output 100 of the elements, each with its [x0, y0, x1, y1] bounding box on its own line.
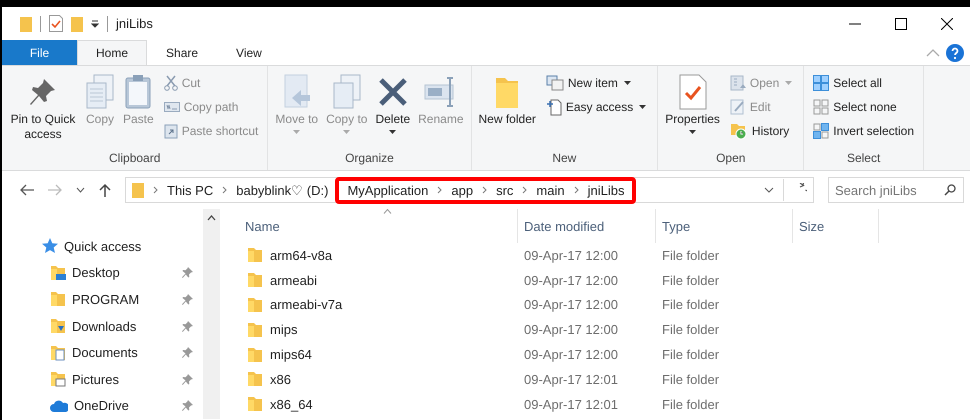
ribbon-button[interactable]: Select none: [811, 96, 916, 117]
table-cell-text: File folder: [661, 372, 720, 387]
file-name[interactable]: armeabi: [270, 272, 317, 288]
group-label: Clipboard: [108, 151, 162, 167]
sidebar-item[interactable]: Downloads: [2, 312, 203, 340]
chevron-icon: [153, 186, 158, 194]
scroll-up-icon[interactable]: [207, 215, 216, 221]
star-icon: [42, 238, 58, 254]
file-name[interactable]: x86_64: [270, 396, 313, 412]
maximize-icon: [895, 18, 907, 30]
ribbon-button[interactable]: Pin to Quick access: [5, 70, 81, 151]
sidebar-item[interactable]: Documents: [2, 339, 203, 366]
column-header[interactable]: Size: [793, 209, 879, 243]
caret-icon: [639, 104, 646, 108]
search-field[interactable]: Search jniLibs: [828, 177, 964, 203]
move-icon: [282, 74, 312, 110]
back-icon[interactable]: [20, 184, 34, 196]
file-tab[interactable]: File: [2, 40, 77, 65]
folder-icon: [248, 248, 262, 262]
scrollbar[interactable]: [203, 209, 220, 419]
recent-locations-icon[interactable]: [76, 187, 85, 193]
properties-icon[interactable]: [49, 15, 63, 32]
table-cell-text: 09-Apr-17 12:00: [523, 347, 619, 362]
invert-selection-icon: [813, 122, 830, 138]
breadcrumb[interactable]: src: [496, 182, 514, 198]
paste-shortcut-icon: [164, 122, 178, 138]
folder-icon: [248, 273, 262, 288]
ribbon-tab[interactable]: View: [217, 40, 281, 65]
copy-icon: [332, 74, 362, 110]
folder-icon: [248, 322, 262, 337]
table-cell-text: File folder: [661, 396, 720, 412]
folder-icon: [50, 264, 66, 281]
file-name[interactable]: x86: [270, 372, 291, 387]
ribbon-button[interactable]: New folder: [474, 70, 540, 151]
ribbon-tab[interactable]: Home: [77, 40, 148, 65]
close-icon: [941, 18, 953, 30]
column-header[interactable]: Name: [220, 209, 518, 243]
ribbon-button[interactable]: Invert selection: [811, 120, 916, 141]
caret-icon: [293, 130, 300, 134]
address-bar[interactable]: This PC babyblink♡ (D:) MyApplication app src main jniLibs: [125, 177, 814, 203]
sidebar-item[interactable]: Desktop: [2, 260, 203, 286]
pin-icon: [182, 374, 193, 385]
folder-icon: [50, 291, 66, 308]
pin-icon: [182, 320, 193, 332]
up-icon[interactable]: [99, 183, 111, 197]
sort-icon: [383, 209, 392, 214]
ribbon-button[interactable]: Easy access: [544, 96, 650, 117]
breadcrumb[interactable]: babyblink♡ (D:): [236, 182, 328, 198]
chevron-icon: [482, 186, 488, 194]
help-icon[interactable]: [946, 44, 964, 62]
dropdown-icon[interactable]: [91, 20, 99, 28]
folder-icon: [248, 348, 262, 362]
search-icon: [944, 184, 956, 196]
table-cell-text: File folder: [661, 297, 720, 312]
sidebar-item[interactable]: OneDrive: [2, 392, 203, 420]
window-title: jniLibs: [116, 16, 153, 31]
folder-icon: [248, 397, 262, 412]
breadcrumb[interactable]: app: [451, 182, 474, 198]
edit-icon: [730, 98, 746, 114]
pin-icon: [182, 267, 193, 278]
folder-icon: [50, 344, 66, 361]
pin-icon: [182, 347, 193, 358]
sidebar-item[interactable]: PROGRAM: [2, 286, 203, 313]
ribbon-button[interactable]: New item: [544, 72, 650, 93]
new-item-icon: [546, 74, 564, 90]
chevron-icon: [522, 186, 528, 194]
select-all-icon: [813, 74, 830, 90]
breadcrumb[interactable]: MyApplication: [347, 182, 428, 198]
caret-icon: [785, 80, 792, 84]
sidebar-item[interactable]: Quick access: [2, 233, 203, 260]
history-icon: [730, 122, 748, 140]
dropdown-icon[interactable]: [764, 187, 774, 193]
column-header[interactable]: Date modified: [518, 209, 656, 243]
folder-icon: [132, 182, 144, 198]
file-name[interactable]: mips64: [270, 347, 312, 362]
ribbon-button[interactable]: Properties: [661, 70, 724, 151]
table-cell-text: File folder: [661, 272, 720, 288]
sidebar-item[interactable]: Pictures: [2, 366, 203, 392]
caret-icon: [624, 80, 631, 84]
file-name[interactable]: mips: [270, 322, 298, 338]
ribbon-tab[interactable]: Share: [147, 40, 218, 65]
caret-icon: [343, 130, 350, 134]
file-name[interactable]: arm64-v8a: [270, 248, 332, 263]
breadcrumb[interactable]: This PC: [167, 182, 214, 198]
breadcrumb[interactable]: jniLibs: [588, 182, 624, 198]
delete-icon: [378, 77, 408, 107]
column-header[interactable]: Type: [656, 209, 793, 243]
scissors-icon: [164, 74, 178, 90]
breadcrumb[interactable]: main: [536, 182, 565, 198]
folder-icon: [50, 318, 66, 334]
group-label: Open: [715, 151, 746, 167]
ribbon-button[interactable]: History: [728, 120, 796, 141]
caret-icon: [689, 130, 696, 134]
group-label: Select: [846, 151, 882, 167]
chevron-icon: [222, 186, 228, 194]
file-name[interactable]: armeabi-v7a: [270, 297, 342, 312]
table-cell-text: 09-Apr-17 12:00: [523, 248, 619, 263]
ribbon-button[interactable]: Delete: [371, 70, 414, 151]
caret-icon: [389, 130, 396, 134]
ribbon-button[interactable]: Select all: [811, 72, 916, 93]
